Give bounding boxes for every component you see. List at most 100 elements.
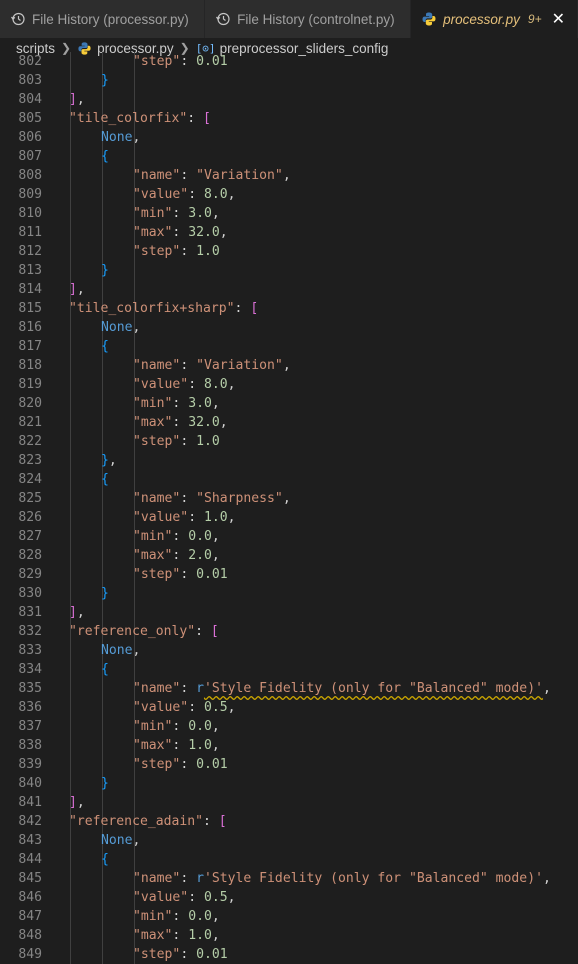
- code-line[interactable]: 834 {: [0, 660, 578, 679]
- code-text: {: [101, 660, 109, 679]
- code-line[interactable]: 817 {: [0, 337, 578, 356]
- code-line[interactable]: 813}: [0, 261, 578, 280]
- code-token: ,: [227, 890, 236, 905]
- code-line[interactable]: 846 "value": 0.5,: [0, 888, 578, 907]
- code-token: r: [196, 871, 204, 886]
- line-number: 805: [18, 111, 42, 126]
- code-text: ],: [69, 90, 85, 109]
- code-text: "min": 0.0,: [133, 527, 220, 546]
- line-number: 825: [18, 491, 42, 506]
- code-line[interactable]: 828 "max": 2.0,: [0, 546, 578, 565]
- problems-badge: 9+: [527, 12, 542, 26]
- code-token: None: [101, 643, 133, 658]
- line-number: 838: [18, 738, 42, 753]
- code-line[interactable]: 830}: [0, 584, 578, 603]
- code-token: ,: [132, 320, 141, 335]
- code-line[interactable]: 844 {: [0, 850, 578, 869]
- code-line[interactable]: 824 {: [0, 470, 578, 489]
- code-text: }: [101, 584, 109, 603]
- code-line[interactable]: 833 None,: [0, 641, 578, 660]
- code-line[interactable]: 814],: [0, 280, 578, 299]
- code-line[interactable]: 809 "value": 8.0,: [0, 185, 578, 204]
- code-editor[interactable]: 802 "step": 0.01 803} 804], 805 "tile_colorfi…: [0, 52, 578, 964]
- code-line[interactable]: 839 "step": 0.01: [0, 755, 578, 774]
- code-text: "name": r'Style Fidelity (only for "Bala…: [133, 679, 551, 698]
- code-line[interactable]: 842 "reference_adain": [: [0, 812, 578, 831]
- code-token: ,: [219, 415, 228, 430]
- tab-processor-py[interactable]: processor.py 9+ ✕: [411, 0, 578, 38]
- code-line[interactable]: 843 None,: [0, 831, 578, 850]
- code-text: "min": 0.0,: [133, 907, 220, 926]
- line-number: 821: [18, 415, 42, 430]
- line-number: 827: [18, 529, 42, 544]
- code-line[interactable]: 848 "max": 1.0,: [0, 926, 578, 945]
- code-line[interactable]: 827 "min": 0.0,: [0, 527, 578, 546]
- code-line[interactable]: 829 "step": 0.01: [0, 565, 578, 584]
- code-token: ,: [282, 491, 291, 506]
- code-line[interactable]: 822 "step": 1.0: [0, 432, 578, 451]
- close-icon[interactable]: ✕: [552, 9, 565, 29]
- code-token: "value": [133, 510, 189, 525]
- code-line[interactable]: 840}: [0, 774, 578, 793]
- code-line[interactable]: 803}: [0, 71, 578, 90]
- code-line[interactable]: 837 "min": 0.0,: [0, 717, 578, 736]
- code-token: :: [172, 415, 189, 430]
- code-line[interactable]: 826 "value": 1.0,: [0, 508, 578, 527]
- code-line[interactable]: 815 "tile_colorfix+sharp": [: [0, 299, 578, 318]
- line-number: 837: [18, 719, 42, 734]
- code-line[interactable]: 831],: [0, 603, 578, 622]
- code-token: :: [180, 491, 197, 506]
- code-token: "reference_adain": [69, 814, 204, 829]
- code-line[interactable]: 808 "name": "Variation",: [0, 166, 578, 185]
- tab-label: File History (processor.py): [32, 11, 189, 27]
- line-number: 813: [18, 263, 42, 278]
- code-token: ]: [69, 92, 77, 107]
- code-line[interactable]: 825 "name": "Sharpness",: [0, 489, 578, 508]
- code-line[interactable]: 816 None,: [0, 318, 578, 337]
- code-line[interactable]: 806 None,: [0, 128, 578, 147]
- code-line[interactable]: 832 "reference_only": [: [0, 622, 578, 641]
- code-line[interactable]: 847 "min": 0.0,: [0, 907, 578, 926]
- code-line[interactable]: 838 "max": 1.0,: [0, 736, 578, 755]
- code-line[interactable]: 820 "min": 3.0,: [0, 394, 578, 413]
- code-line[interactable]: 823},: [0, 451, 578, 470]
- code-text: "min": 3.0,: [133, 204, 220, 223]
- code-token: "max": [133, 928, 173, 943]
- code-text: "step": 1.0: [133, 242, 220, 261]
- code-line[interactable]: 819 "value": 8.0,: [0, 375, 578, 394]
- code-token: ]: [69, 795, 77, 810]
- code-line[interactable]: 845 "name": r'Style Fidelity (only for "B…: [0, 869, 578, 888]
- code-line[interactable]: 804],: [0, 90, 578, 109]
- code-line[interactable]: 836 "value": 0.5,: [0, 698, 578, 717]
- code-token: ,: [76, 92, 85, 107]
- code-line[interactable]: 818 "name": "Variation",: [0, 356, 578, 375]
- code-line[interactable]: 841],: [0, 793, 578, 812]
- code-line[interactable]: 811 "max": 32.0,: [0, 223, 578, 242]
- code-text: "name": "Variation",: [133, 356, 291, 375]
- code-line[interactable]: 802 "step": 0.01: [0, 52, 578, 71]
- tab-file-history-processor[interactable]: File History (processor.py): [0, 0, 206, 38]
- code-line[interactable]: 835 "name": r'Style Fidelity (only for "B…: [0, 679, 578, 698]
- code-token: :: [180, 947, 197, 962]
- line-number: 842: [18, 814, 42, 829]
- code-text: ],: [69, 280, 85, 299]
- code-token: [: [203, 111, 211, 126]
- tab-file-history-controlnet[interactable]: File History (controlnet.py): [205, 0, 412, 38]
- code-token: 0.0: [188, 909, 212, 924]
- line-number: 810: [18, 206, 42, 221]
- line-number: 844: [18, 852, 42, 867]
- line-number: 824: [18, 472, 42, 487]
- tab-bar: File History (processor.py) File History…: [0, 0, 578, 39]
- tab-label: processor.py: [443, 11, 520, 27]
- code-line[interactable]: 812 "step": 1.0: [0, 242, 578, 261]
- code-line[interactable]: 849 "step": 0.01: [0, 945, 578, 964]
- code-token: "min": [133, 719, 173, 734]
- code-line[interactable]: 805 "tile_colorfix": [: [0, 109, 578, 128]
- code-token: "value": [133, 377, 189, 392]
- code-token: ,: [211, 928, 220, 943]
- code-line[interactable]: 821 "max": 32.0,: [0, 413, 578, 432]
- code-line[interactable]: 807 {: [0, 147, 578, 166]
- code-line[interactable]: 810 "min": 3.0,: [0, 204, 578, 223]
- code-text: "tile_colorfix+sharp": [: [69, 299, 258, 318]
- code-token: "min": [133, 206, 173, 221]
